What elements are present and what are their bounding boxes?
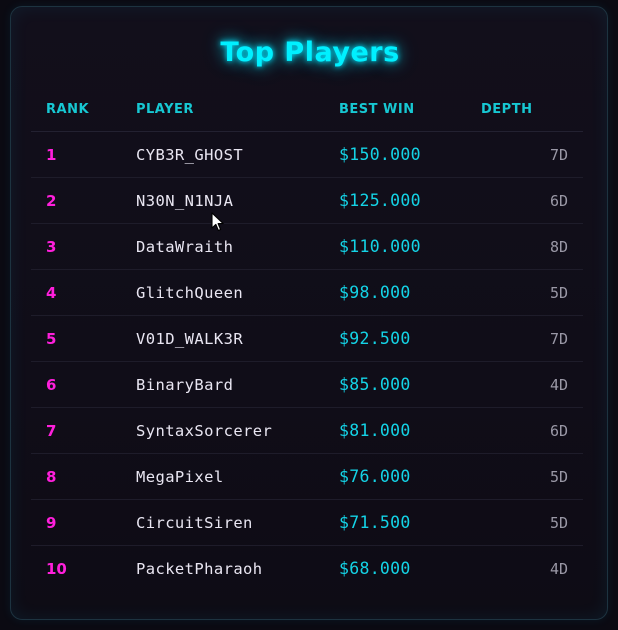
best-win-cell: $68.000 <box>339 559 411 578</box>
best-win-cell: $71.500 <box>339 499 481 546</box>
depth-cell: 6D <box>481 177 583 224</box>
player-cell: BinaryBard <box>136 361 339 408</box>
depth-cell: 8D <box>481 223 583 270</box>
player-cell: N30N_N1NJA <box>136 177 339 224</box>
depth-cell: 5D <box>481 269 583 316</box>
rank-cell: 10 <box>46 559 67 578</box>
depth-cell: 5D <box>481 453 583 500</box>
player-cell: V01D_WALK3R <box>136 315 339 362</box>
player-cell: DataWraith <box>136 223 339 270</box>
best-win-cell: $92.500 <box>339 315 481 362</box>
leaderboard-title: Top Players <box>220 37 400 68</box>
depth-cell: 4D <box>481 361 583 408</box>
column-header-depth[interactable]: DEPTH <box>481 87 583 132</box>
player-cell: SyntaxSorcerer <box>136 407 339 454</box>
column-header-best-win[interactable]: BEST WIN <box>339 87 481 132</box>
rank-cell: 2 <box>31 177 136 224</box>
depth-cell: 7D <box>481 315 583 362</box>
column-header-rank[interactable]: RANK <box>31 87 136 132</box>
player-cell: CYB3R_GHOST <box>136 131 339 178</box>
best-win-cell: $125.000 <box>339 177 481 224</box>
rank-cell: 8 <box>31 453 136 500</box>
table-row[interactable]: 8 MegaPixel $76.000 5D <box>31 453 583 500</box>
best-win-cell: $110.000 <box>339 223 481 270</box>
best-win-cell: $76.000 <box>339 453 481 500</box>
table-row[interactable]: 1 CYB3R_GHOST $150.000 7D <box>31 131 583 178</box>
depth-cell: 4D <box>549 559 568 578</box>
leaderboard-table: RANK PLAYER BEST WIN DEPTH 1 CYB3R_GHOST… <box>31 87 583 591</box>
table-row[interactable]: 9 CircuitSiren $71.500 5D <box>31 499 583 546</box>
rank-cell: 5 <box>31 315 136 362</box>
player-cell: MegaPixel <box>136 453 339 500</box>
rank-cell: 7 <box>31 407 136 454</box>
rank-cell: 9 <box>31 499 136 546</box>
best-win-cell: $150.000 <box>339 131 481 178</box>
best-win-cell: $81.000 <box>339 407 481 454</box>
rank-cell: 1 <box>31 131 136 178</box>
player-cell: CircuitSiren <box>136 499 339 546</box>
rank-cell: 4 <box>31 269 136 316</box>
table-row[interactable]: 4 GlitchQueen $98.000 5D <box>31 269 583 316</box>
column-header-player[interactable]: PLAYER <box>136 87 339 132</box>
table-row[interactable]: 5 V01D_WALK3R $92.500 7D <box>31 315 583 362</box>
best-win-cell: $98.000 <box>339 269 481 316</box>
best-win-cell: $85.000 <box>339 361 481 408</box>
player-cell: GlitchQueen <box>136 269 339 316</box>
depth-cell: 7D <box>481 131 583 178</box>
table-row[interactable]: 10 PacketPharaoh $68.000 4D <box>31 546 583 592</box>
table-row[interactable]: 2 N30N_N1NJA $125.000 6D <box>31 177 583 224</box>
table-row[interactable]: 3 DataWraith $110.000 8D <box>31 223 583 270</box>
player-cell: PacketPharaoh <box>136 559 263 578</box>
rank-cell: 6 <box>31 361 136 408</box>
table-row[interactable]: 6 BinaryBard $85.000 4D <box>31 361 583 408</box>
mouse-cursor-icon <box>211 212 224 232</box>
table-header-row: RANK PLAYER BEST WIN DEPTH <box>31 87 583 132</box>
rank-cell: 3 <box>31 223 136 270</box>
depth-cell: 5D <box>481 499 583 546</box>
depth-cell: 6D <box>481 407 583 454</box>
table-row[interactable]: 7 SyntaxSorcerer $81.000 6D <box>31 407 583 454</box>
